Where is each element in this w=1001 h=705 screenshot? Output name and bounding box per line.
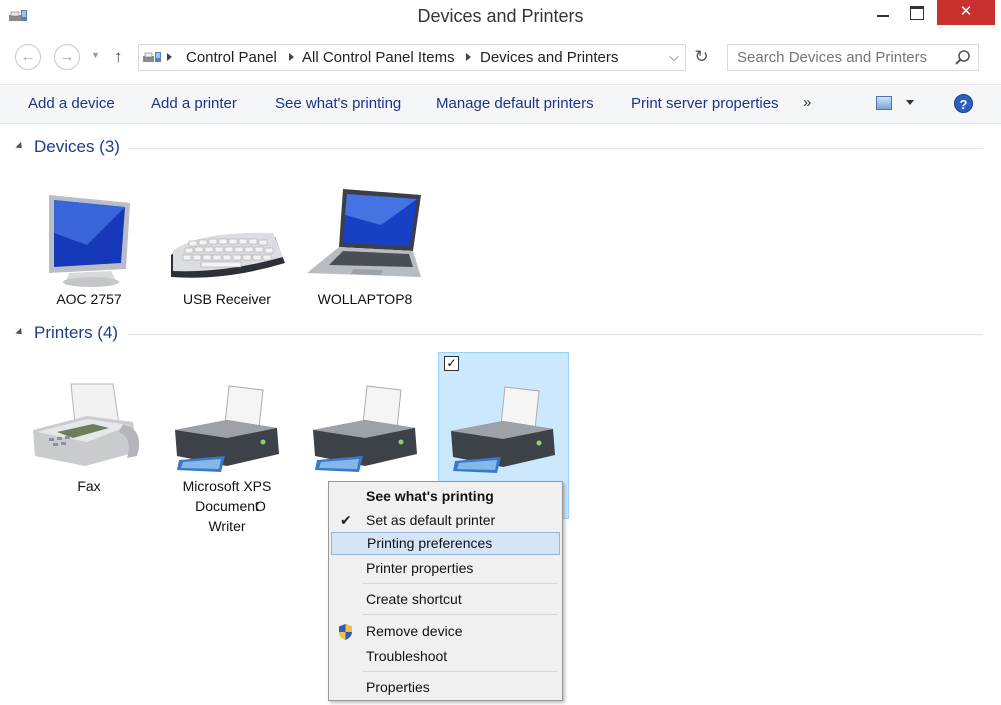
minimize-button[interactable]: [867, 0, 899, 28]
printer-icon: [313, 385, 417, 472]
menu-item-label: Printer properties: [366, 560, 474, 576]
window-title: Devices and Printers: [417, 6, 584, 26]
title-bar: Devices and Printers ✕: [0, 0, 1001, 34]
devices-group-header[interactable]: Devices (3): [0, 136, 1001, 160]
context-menu: See what's printing ✔ Set as default pri…: [328, 481, 563, 701]
uac-shield-icon: [339, 624, 352, 640]
recent-locations-dropdown[interactable]: ▼: [91, 50, 100, 60]
breadcrumb-chevron-icon[interactable]: [167, 53, 172, 61]
fax-icon: [33, 383, 140, 466]
add-device-button[interactable]: Add a device: [28, 95, 115, 112]
group-divider: [128, 334, 983, 335]
menu-item-label: Remove device: [366, 623, 463, 639]
menu-item-see-whats-printing[interactable]: See what's printing: [331, 485, 560, 508]
menu-item-printer-properties[interactable]: Printer properties: [331, 557, 560, 580]
see-whats-printing-button[interactable]: See what's printing: [275, 95, 401, 112]
refresh-button[interactable]: ↻: [689, 44, 714, 71]
device-item-usb-receiver[interactable]: USB Receiver: [165, 185, 289, 315]
maximize-button[interactable]: [900, 0, 932, 28]
group-divider: [128, 148, 983, 149]
menu-separator: [362, 583, 558, 584]
breadcrumb-all-items[interactable]: All Control Panel Items: [302, 49, 455, 66]
close-button[interactable]: ✕: [937, 0, 995, 25]
menu-item-printing-preferences[interactable]: Printing preferences: [331, 532, 560, 555]
breadcrumb-chevron-icon[interactable]: [289, 53, 294, 61]
devices-group-title[interactable]: Devices (3): [34, 137, 120, 157]
search-input[interactable]: [728, 45, 948, 70]
menu-separator: [362, 671, 558, 672]
collapse-arrow-icon[interactable]: [15, 141, 25, 152]
printer-item-fax[interactable]: Fax: [27, 372, 151, 502]
breadcrumb-control-panel[interactable]: Control Panel: [186, 49, 277, 66]
back-button[interactable]: ←: [15, 44, 41, 70]
devices-printers-icon: [143, 52, 161, 62]
keyboard-icon: [171, 232, 285, 278]
menu-item-troubleshoot[interactable]: Troubleshoot: [331, 645, 560, 668]
menu-item-properties[interactable]: Properties: [331, 676, 560, 699]
menu-item-label: Printing preferences: [367, 535, 493, 551]
print-server-properties-button[interactable]: Print server properties: [631, 95, 779, 112]
menu-separator: [362, 614, 558, 615]
navigation-bar: ← → ▼ ↑ Control Panel All Control Panel …: [0, 34, 1001, 82]
menu-item-create-shortcut[interactable]: Create shortcut: [331, 588, 560, 611]
search-icon[interactable]: [954, 49, 972, 67]
collapse-arrow-icon[interactable]: [15, 327, 25, 338]
menu-item-label: Troubleshoot: [366, 648, 448, 664]
printer-label: Fax: [77, 478, 101, 494]
menu-item-label: Set as default printer: [366, 512, 496, 528]
device-label: AOC 2757: [56, 291, 122, 307]
menu-item-set-default-printer[interactable]: ✔ Set as default printer: [331, 509, 560, 532]
device-label: USB Receiver: [183, 291, 271, 307]
up-button[interactable]: ↑: [114, 47, 123, 67]
manage-default-printers-button[interactable]: Manage default printers: [436, 95, 594, 112]
menu-item-remove-device[interactable]: Remove device: [331, 620, 560, 643]
address-dropdown-icon[interactable]: ⌵: [669, 49, 679, 65]
breadcrumb-devices-printers[interactable]: Devices and Printers: [480, 49, 618, 66]
menu-item-label: See what's printing: [366, 488, 494, 504]
menu-item-label: Properties: [366, 679, 430, 695]
selection-checkbox[interactable]: ✓: [444, 356, 459, 371]
view-options-dropdown-icon[interactable]: [906, 100, 914, 105]
search-box[interactable]: [727, 44, 979, 71]
command-bar: Add a device Add a printer See what's pr…: [0, 84, 1001, 124]
printers-group-header[interactable]: Printers (4): [0, 322, 1001, 346]
monitor-icon: [49, 195, 130, 287]
help-icon[interactable]: ?: [954, 94, 973, 113]
more-commands-button[interactable]: »: [803, 94, 811, 111]
printers-group-title[interactable]: Printers (4): [34, 323, 118, 343]
printer-icon: [451, 386, 555, 473]
add-printer-button[interactable]: Add a printer: [151, 95, 237, 112]
laptop-icon: [307, 189, 421, 277]
forward-button[interactable]: →: [54, 44, 80, 70]
device-item-monitor[interactable]: AOC 2757: [27, 185, 151, 315]
device-label: WOLLAPTOP8: [317, 291, 413, 307]
address-bar[interactable]: Control Panel All Control Panel Items De…: [138, 44, 686, 71]
menu-item-label: Create shortcut: [366, 591, 462, 607]
breadcrumb-chevron-icon[interactable]: [466, 53, 471, 61]
printer-icon: [175, 385, 279, 472]
checkmark-icon: ✔: [340, 512, 352, 528]
devices-and-printers-window: Devices and Printers ✕ ← → ▼ ↑ Control P…: [0, 0, 1001, 705]
device-item-laptop[interactable]: WOLLAPTOP8: [303, 185, 427, 315]
change-view-icon[interactable]: [876, 96, 892, 110]
